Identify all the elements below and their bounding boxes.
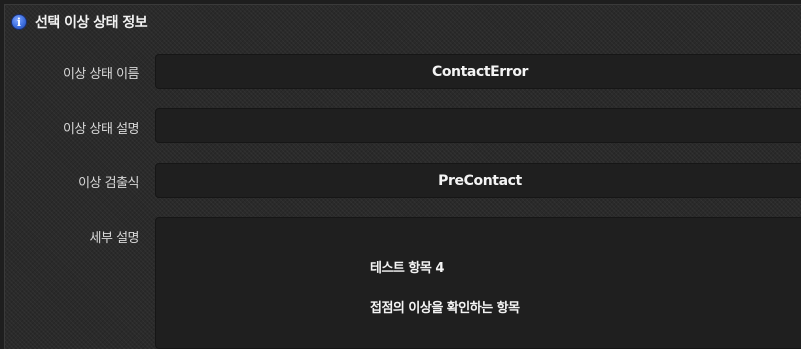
panel-title: 선택 이상 상태 정보 bbox=[35, 15, 148, 31]
detail-description-label: 세부 설명 bbox=[89, 231, 140, 246]
anomaly-name-field[interactable]: ContactError bbox=[155, 54, 801, 89]
detection-expression-field[interactable]: PreContact bbox=[155, 163, 801, 198]
panel-header: i 선택 이상 상태 정보 bbox=[5, 5, 801, 39]
detail-description-line: 테스트 항목 4 bbox=[370, 261, 444, 276]
anomaly-info-panel: i 선택 이상 상태 정보 이상 상태 이름 ContactError 이상 상… bbox=[4, 4, 801, 349]
anomaly-description-label: 이상 상태 설명 bbox=[62, 122, 140, 137]
detail-description-line: 접점의 이상을 확인하는 항목 bbox=[370, 301, 520, 316]
detail-description-field[interactable]: 테스트 항목 4 접점의 이상을 확인하는 항목 bbox=[155, 217, 801, 349]
anomaly-description-field[interactable] bbox=[155, 108, 801, 143]
detection-expression-label: 이상 검출식 bbox=[78, 176, 139, 191]
anomaly-name-label: 이상 상태 이름 bbox=[62, 67, 140, 82]
info-icon: i bbox=[11, 14, 27, 30]
